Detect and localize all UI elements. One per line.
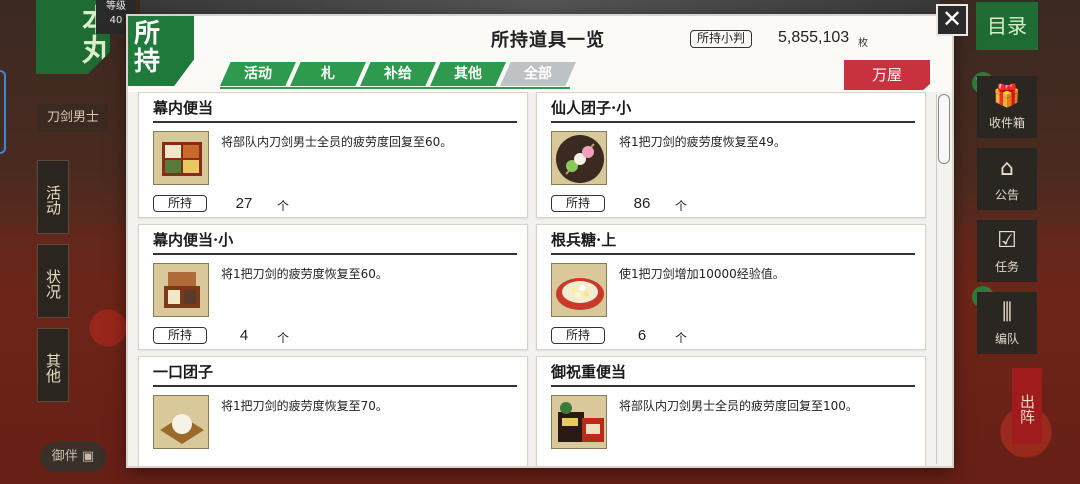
- sortie-button[interactable]: 出阵: [1012, 368, 1042, 444]
- close-button[interactable]: ✕: [936, 4, 968, 36]
- divider: [153, 385, 517, 387]
- divider: [153, 121, 517, 123]
- koban-value: 5,855,103: [778, 29, 850, 46]
- owned-count: 86: [633, 195, 651, 212]
- tab-underline: [220, 87, 570, 89]
- close-icon: ✕: [941, 5, 963, 33]
- item-description: 将1把刀剑的疲劳度恢复至49。: [619, 135, 786, 149]
- dumpling-icon: [153, 395, 209, 449]
- gift-icon: 🎁: [993, 84, 1021, 109]
- camera-icon: ▣: [81, 449, 95, 464]
- owned-count: 6: [637, 327, 647, 344]
- item-name: 御祝重便当: [551, 363, 627, 381]
- item-card[interactable]: 仙人团子·小 将1把刀剑的疲劳度恢复至49。 所持 86 个: [536, 92, 926, 218]
- dango-icon: [551, 131, 607, 185]
- divider: [551, 121, 915, 123]
- item-card[interactable]: 御祝重便当 将部队内刀剑男士全员的疲劳度回复至100。: [536, 356, 926, 466]
- left-tab-activity[interactable]: 活动: [37, 160, 69, 234]
- left-tab-status[interactable]: 状况: [37, 244, 69, 318]
- shop-tab[interactable]: 万屋: [844, 60, 930, 90]
- owned-unit: 个: [277, 199, 290, 213]
- item-list[interactable]: 幕内便当 将部队内刀剑男士全员的疲劳度回复至60。 所持 27 个 仙人团子·小: [134, 92, 932, 466]
- owned-unit: 个: [675, 199, 688, 213]
- item-card[interactable]: 一口团子 将1把刀剑的疲劳度恢复至70。: [138, 356, 528, 466]
- checklist-icon: ☑: [997, 228, 1017, 253]
- scroll-thumb[interactable]: [938, 94, 950, 164]
- koban-label: 所持小判: [690, 30, 753, 48]
- owned-count: 4: [239, 327, 249, 344]
- notice-button[interactable]: ⌂ 公告: [977, 148, 1037, 210]
- scrollbar[interactable]: [936, 94, 950, 464]
- bento-box-icon: [153, 131, 209, 185]
- tab-activity[interactable]: 活动: [220, 62, 296, 86]
- inbox-label: 收件箱: [988, 116, 1025, 130]
- item-card[interactable]: 幕内便当 将部队内刀剑男士全员的疲劳度回复至60。 所持 27 个: [138, 92, 528, 218]
- item-name: 一口团子: [153, 363, 214, 381]
- side-title: 刀剑男士: [38, 104, 108, 132]
- owned-label: 所持: [551, 195, 605, 212]
- inventory-modal: 所 持 所持道具一览 所持小判 5,855,103 枚 活动 札 补给 其他 全…: [128, 4, 968, 466]
- left-tab-other[interactable]: 其他: [37, 328, 69, 402]
- tab-other[interactable]: 其他: [430, 62, 506, 86]
- notice-label: 公告: [994, 188, 1019, 202]
- team-label: 编队: [994, 332, 1019, 346]
- item-name: 幕内便当: [153, 99, 214, 117]
- owned-label: 所持: [153, 327, 207, 344]
- item-description: 将1把刀剑的疲劳度恢复至70。: [221, 399, 388, 413]
- mission-button[interactable]: ☑ 任务: [977, 220, 1037, 282]
- item-description: 将部队内刀剑男士全员的疲劳度回复至100。: [619, 399, 858, 413]
- companion-label: 御伴: [51, 449, 78, 464]
- owned-label: 所持: [551, 327, 605, 344]
- team-button[interactable]: ⫼ 编队: [977, 292, 1037, 354]
- tab-all[interactable]: 全部: [500, 62, 576, 86]
- owned-unit: 个: [277, 331, 290, 345]
- celebration-bento-icon: [551, 395, 607, 449]
- page-title: 所持道具一览: [491, 30, 605, 51]
- tab-supply[interactable]: 补给: [360, 62, 436, 86]
- owned-badge-char-1: 所: [134, 19, 161, 49]
- catalog-button[interactable]: 目录: [976, 2, 1038, 50]
- item-description: 使1把刀剑增加10000经验值。: [619, 267, 785, 281]
- item-name: 幕内便当·小: [153, 231, 234, 249]
- divider: [551, 385, 915, 387]
- owned-count: 27: [235, 195, 253, 212]
- tab-cards[interactable]: 札: [290, 62, 366, 86]
- koban-unit: 枚: [858, 38, 868, 49]
- item-card[interactable]: 根兵糖·上 使1把刀剑增加10000经验值。 所持 6 个: [536, 224, 926, 350]
- companion-camera-button[interactable]: 御伴 ▣: [40, 442, 106, 472]
- team-icon: ⫼: [1001, 300, 1013, 325]
- small-bento-icon: [153, 263, 209, 317]
- owned-label: 所持: [153, 195, 207, 212]
- item-name: 根兵糖·上: [551, 231, 617, 249]
- item-card[interactable]: 幕内便当·小 将1把刀剑的疲劳度恢复至60。 所持 4 个: [138, 224, 528, 350]
- category-tabs: 活动 札 补给 其他 全部: [220, 62, 576, 88]
- mission-label: 任务: [994, 260, 1019, 274]
- inbox-button[interactable]: 🎁 收件箱: [977, 76, 1037, 138]
- item-name: 仙人团子·小: [551, 99, 632, 117]
- divider: [551, 253, 915, 255]
- item-description: 将1把刀剑的疲劳度恢复至60。: [221, 267, 388, 281]
- side-handle[interactable]: [0, 70, 6, 154]
- konpeito-icon: [551, 263, 607, 317]
- owned-unit: 个: [675, 331, 688, 345]
- item-description: 将部队内刀剑男士全员的疲劳度回复至60。: [221, 135, 453, 149]
- house-icon: ⌂: [1000, 156, 1014, 181]
- divider: [153, 253, 517, 255]
- level-label: 等级: [106, 1, 126, 12]
